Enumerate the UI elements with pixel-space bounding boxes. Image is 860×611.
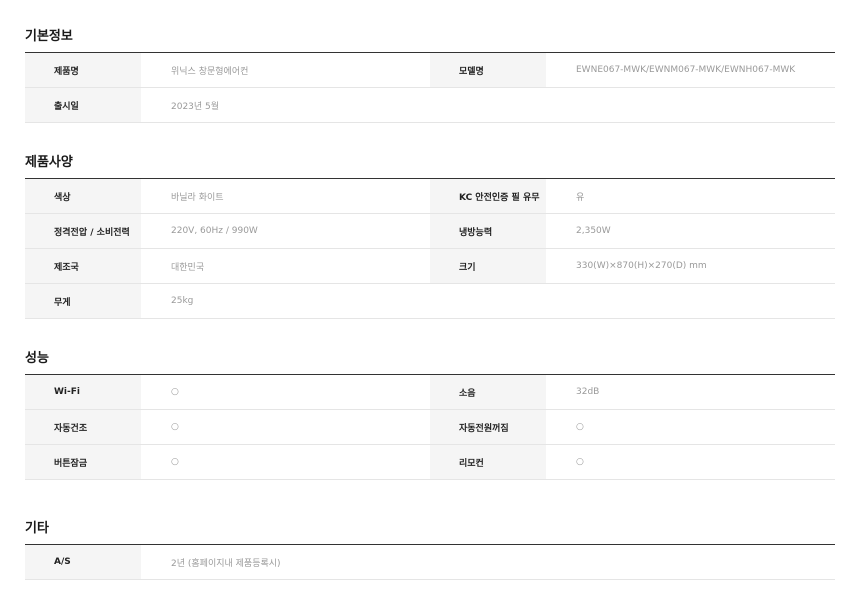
spec-label: 자동전원꺼짐: [430, 409, 546, 445]
spec-value: ○: [141, 409, 430, 445]
table-row: 제조국 대한민국 크기 330(W)×870(H)×270(D) mm: [25, 248, 835, 284]
spec-value: 25kg: [141, 283, 430, 319]
spec-label: 모델명: [430, 52, 546, 88]
spec-value: 2,350W: [546, 213, 835, 249]
spec-label: 정격전압 / 소비전력: [25, 213, 141, 249]
spec-label: A/S: [25, 544, 141, 580]
spec-value: 32dB: [546, 374, 835, 410]
spec-label: 자동건조: [25, 409, 141, 445]
table-row: 버튼잠금 ○ 리모컨 ○: [25, 444, 835, 480]
section-title: 기본정보: [25, 29, 73, 44]
table-row: Wi-Fi ○ 소음 32dB: [25, 374, 835, 410]
table-row: 출시일 2023년 5월: [25, 87, 835, 123]
table-row: 색상 바닐라 화이트 KC 안전인증 필 유무 유: [25, 178, 835, 214]
spec-value: 220V, 60Hz / 990W: [141, 213, 430, 249]
spec-value: 대한민국: [141, 248, 430, 284]
section-performance: 성능 Wi-Fi ○ 소음 32dB 자동건조 ○ 자동전원꺼짐 ○ 버튼잠금 …: [25, 349, 835, 480]
spec-label: 리모컨: [430, 444, 546, 480]
spec-label: 무게: [25, 283, 141, 319]
spec-label: 출시일: [25, 87, 141, 123]
section-title: 성능: [25, 351, 49, 366]
section-etc: 기타 A/S 2년 (홈페이지내 제품등록시): [25, 519, 836, 580]
spec-label: 제조국: [25, 248, 141, 284]
spec-value: EWNE067-MWK/EWNM067-MWK/EWNH067-MWK: [546, 52, 835, 88]
table-row: 제품명 위닉스 창문형에어컨 모델명 EWNE067-MWK/EWNM067-M…: [25, 52, 835, 88]
section-basic-info: 기본정보 제품명 위닉스 창문형에어컨 모델명 EWNE067-MWK/EWNM…: [25, 27, 835, 123]
spec-value: ○: [141, 374, 430, 410]
spec-value: 2023년 5월: [141, 87, 430, 123]
spec-table: 제품명 위닉스 창문형에어컨 모델명 EWNE067-MWK/EWNM067-M…: [25, 52, 835, 123]
spec-value: ○: [141, 444, 430, 480]
spec-value: 바닐라 화이트: [141, 178, 430, 214]
spec-value: 2년 (홈페이지내 제품등록시): [141, 544, 836, 580]
section-title: 기타: [25, 521, 49, 536]
table-row: 자동건조 ○ 자동전원꺼짐 ○: [25, 409, 835, 445]
table-row: 정격전압 / 소비전력 220V, 60Hz / 990W 냉방능력 2,350…: [25, 213, 835, 249]
section-title: 제품사양: [25, 155, 73, 170]
spec-label: 크기: [430, 248, 546, 284]
section-product-spec: 제품사양 색상 바닐라 화이트 KC 안전인증 필 유무 유 정격전압 / 소비…: [25, 153, 835, 319]
spec-table: 색상 바닐라 화이트 KC 안전인증 필 유무 유 정격전압 / 소비전력 22…: [25, 178, 835, 319]
spec-label: Wi-Fi: [25, 374, 141, 410]
table-row: 무게 25kg: [25, 283, 835, 319]
spec-label: 냉방능력: [430, 213, 546, 249]
spec-label: 버튼잠금: [25, 444, 141, 480]
spec-value: ○: [546, 444, 835, 480]
spec-table: A/S 2년 (홈페이지내 제품등록시): [25, 544, 836, 580]
spec-label: KC 안전인증 필 유무: [430, 178, 546, 214]
spec-value: 330(W)×870(H)×270(D) mm: [546, 248, 835, 284]
table-row: A/S 2년 (홈페이지내 제품등록시): [25, 544, 836, 580]
spec-label: 색상: [25, 178, 141, 214]
spec-value: 위닉스 창문형에어컨: [141, 52, 430, 88]
spec-label: 제품명: [25, 52, 141, 88]
spec-value: ○: [546, 409, 835, 445]
spec-label: 소음: [430, 374, 546, 410]
spec-table: Wi-Fi ○ 소음 32dB 자동건조 ○ 자동전원꺼짐 ○ 버튼잠금 ○ 리…: [25, 374, 835, 480]
spec-value: 유: [546, 178, 835, 214]
